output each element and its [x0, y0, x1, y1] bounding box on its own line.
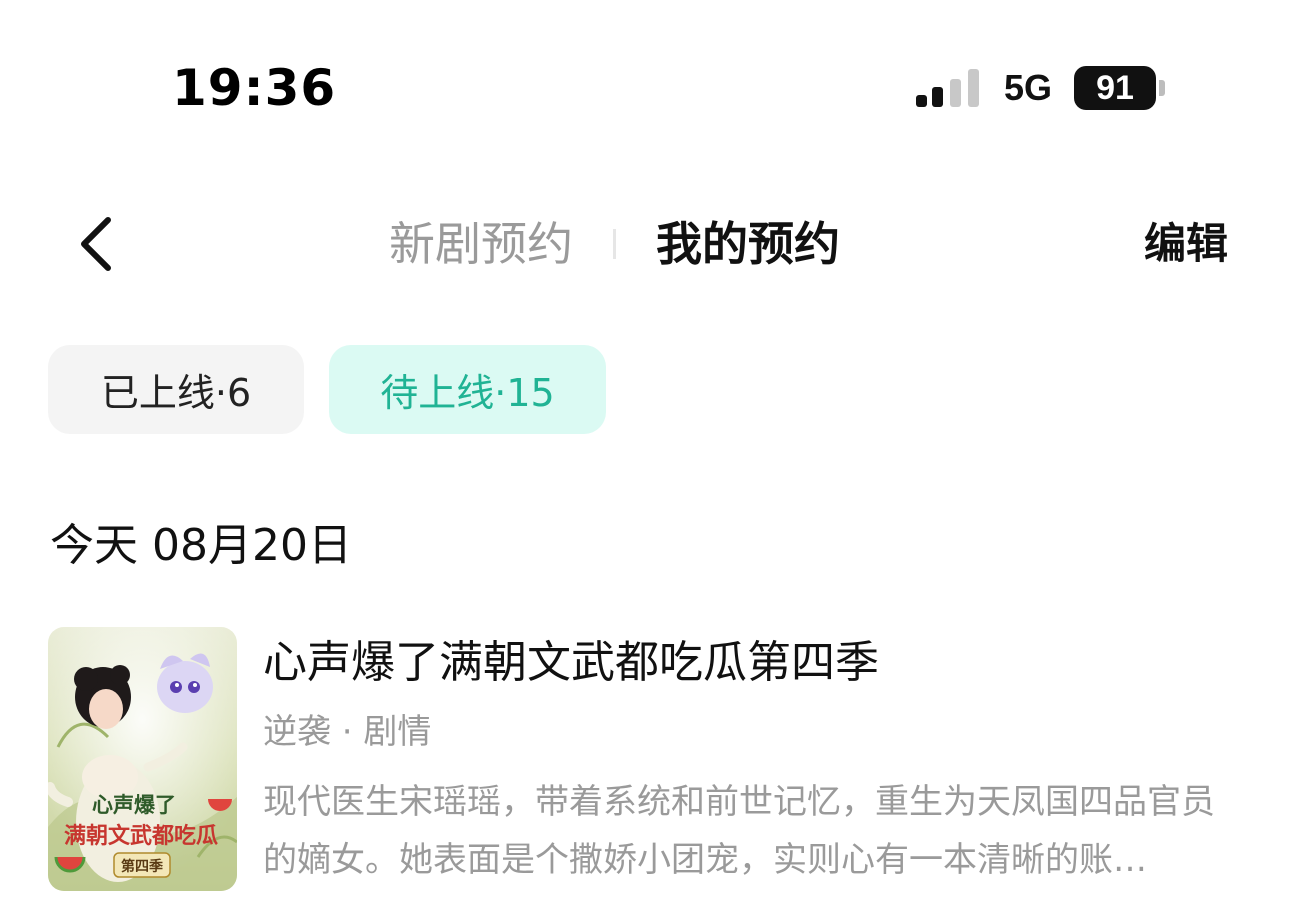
- reservation-page: 19:36 5G 91 新剧预约 我的预约 编辑 已上线·6 待上线·15 今天…: [0, 0, 1290, 924]
- cover-title-line1: 心声爆了: [92, 792, 176, 817]
- battery-icon: 91: [1074, 66, 1166, 110]
- battery-level: 91: [1074, 66, 1157, 110]
- cover-title-line2: 满朝文武都吃瓜: [64, 823, 218, 849]
- network-type: 5G: [1004, 67, 1053, 108]
- chevron-left-icon: [81, 217, 111, 271]
- filter-upcoming[interactable]: 待上线·15: [329, 345, 606, 434]
- tab-my-reservations[interactable]: 我的预约: [656, 212, 840, 276]
- tab-new-drama-reservations[interactable]: 新剧预约: [389, 212, 573, 276]
- back-button[interactable]: [66, 212, 126, 276]
- drama-description: 现代医生宋瑶瑶，带着系统和前世记忆，重生为天凤国四品官员的嫡女。她表面是个撒娇小…: [263, 782, 1215, 880]
- status-indicators: 5G 91: [914, 62, 1166, 114]
- section-date-heading: 今天 08月20日: [50, 520, 352, 571]
- drama-tags: 逆袭 · 剧情: [263, 712, 432, 752]
- top-tabs: 新剧预约 我的预约: [389, 212, 840, 276]
- edit-button[interactable]: 编辑: [1144, 212, 1228, 276]
- cellular-signal-icon: [914, 65, 982, 111]
- status-time: 19:36: [172, 59, 337, 117]
- tab-divider: [613, 229, 616, 259]
- cover-artwork: 心声爆了 满朝文武都吃瓜 第四季: [48, 627, 237, 891]
- drama-title[interactable]: 心声爆了满朝文武都吃瓜第四季: [263, 633, 879, 693]
- drama-cover-image[interactable]: 心声爆了 满朝文武都吃瓜 第四季: [48, 627, 237, 891]
- cover-season-label: 第四季: [121, 858, 163, 875]
- filter-released[interactable]: 已上线·6: [48, 345, 304, 434]
